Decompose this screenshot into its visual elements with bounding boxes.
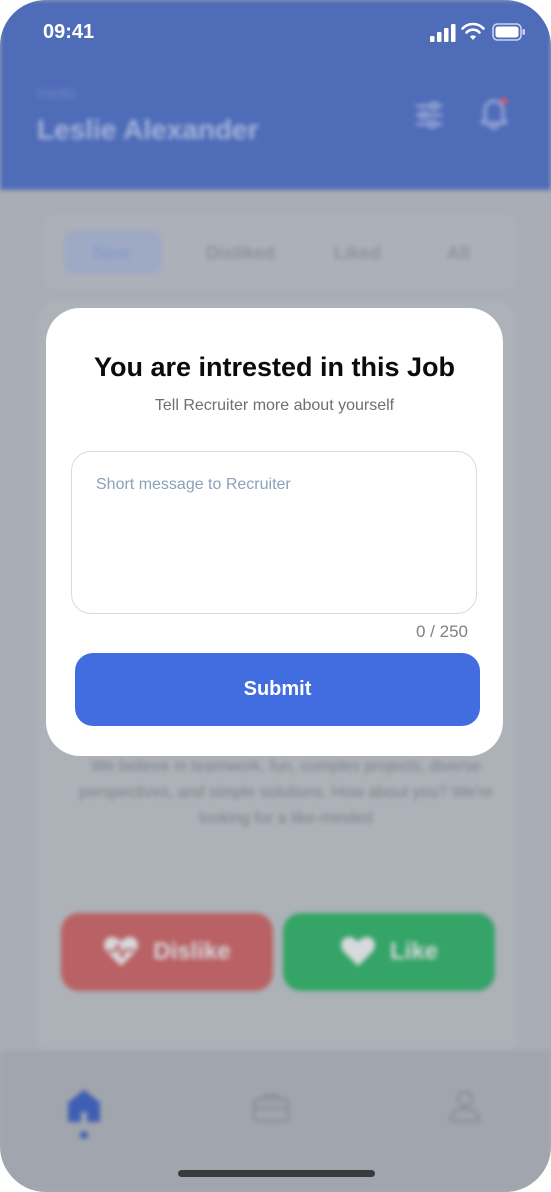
jobs-icon[interactable] bbox=[251, 1090, 291, 1124]
wifi-icon bbox=[461, 22, 485, 40]
tab-disliked[interactable]: Disliked bbox=[206, 243, 275, 264]
profile-icon[interactable] bbox=[448, 1088, 482, 1124]
dislike-button[interactable]: Dislike bbox=[61, 913, 273, 991]
heart-icon bbox=[341, 937, 375, 966]
tab-all[interactable]: All bbox=[447, 243, 470, 264]
broken-heart-icon bbox=[104, 937, 139, 966]
filter-icon[interactable] bbox=[414, 100, 444, 130]
tab-liked[interactable]: Liked bbox=[334, 243, 381, 264]
modal-title: You are intrested in this Job bbox=[93, 352, 456, 382]
message-input[interactable] bbox=[71, 451, 477, 614]
battery-icon bbox=[492, 23, 525, 41]
dislike-label: Dislike bbox=[153, 938, 231, 965]
job-description: We believe in teamwork, fun, complex pro… bbox=[79, 758, 493, 827]
tab-new[interactable]: New bbox=[93, 243, 130, 264]
home-indicator bbox=[178, 1170, 375, 1177]
phone-screen: Hello Leslie Alexander New Disliked Like… bbox=[0, 0, 551, 1192]
greeting-text: Hello bbox=[37, 84, 76, 103]
user-name: Leslie Alexander bbox=[37, 114, 259, 145]
like-button[interactable]: Like bbox=[283, 913, 495, 991]
interest-modal: You are intrested in this Job Tell Recru… bbox=[46, 308, 503, 756]
like-label: Like bbox=[389, 938, 439, 965]
signal-icon bbox=[430, 24, 456, 42]
home-icon[interactable] bbox=[66, 1088, 102, 1124]
bell-icon[interactable] bbox=[478, 96, 510, 132]
submit-button[interactable]: Submit bbox=[75, 653, 480, 726]
active-nav-indicator bbox=[80, 1131, 88, 1139]
char-counter: 0 / 250 bbox=[416, 622, 468, 641]
modal-subtitle: Tell Recruiter more about yourself bbox=[154, 397, 395, 414]
status-time: 09:41 bbox=[43, 21, 95, 43]
